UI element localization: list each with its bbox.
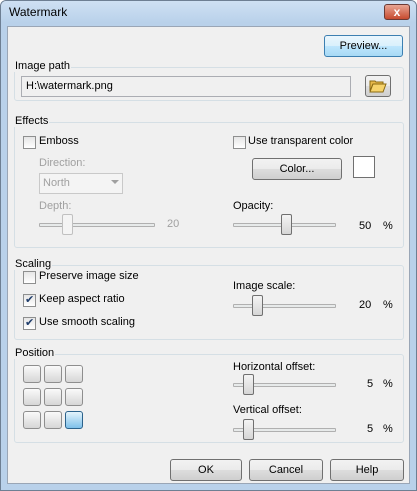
image-scale-unit: % (383, 299, 393, 311)
close-icon: x (393, 5, 401, 19)
position-top-center[interactable] (44, 365, 62, 383)
horizontal-offset-thumb[interactable] (243, 374, 254, 395)
position-center[interactable] (44, 388, 62, 406)
position-top-right[interactable] (65, 365, 83, 383)
depth-value: 20 (167, 218, 180, 230)
cancel-button[interactable]: Cancel (249, 459, 323, 481)
position-group-title: Position (14, 347, 56, 359)
opacity-unit: % (383, 220, 393, 232)
horizontal-offset-value: 5 (367, 378, 374, 390)
position-bottom-center[interactable] (44, 411, 62, 429)
preserve-size-label: Preserve image size (39, 270, 139, 282)
image-path-group-title: Image path (14, 60, 72, 72)
preserve-size-checkbox[interactable] (23, 271, 36, 284)
emboss-label: Emboss (39, 135, 79, 147)
vertical-offset-thumb[interactable] (243, 419, 254, 440)
image-scale-thumb[interactable] (252, 295, 263, 316)
help-button[interactable]: Help (330, 459, 404, 481)
vertical-offset-unit: % (383, 423, 393, 435)
title-bar[interactable]: Watermark x (1, 1, 416, 23)
color-button[interactable]: Color... (252, 158, 342, 180)
emboss-checkbox[interactable] (23, 136, 36, 149)
opacity-label: Opacity: (233, 200, 274, 212)
image-scale-value: 20 (359, 299, 372, 311)
depth-label: Depth: (39, 200, 72, 212)
horizontal-offset-label: Horizontal offset: (233, 361, 316, 373)
scaling-group-title: Scaling (14, 258, 53, 270)
keep-aspect-label: Keep aspect ratio (39, 293, 125, 305)
vertical-offset-value: 5 (367, 423, 374, 435)
watermark-dialog: Watermark x Preview... Image path H:\wat… (0, 0, 417, 491)
transparent-color-checkbox[interactable] (233, 136, 246, 149)
chevron-down-icon (111, 180, 119, 184)
position-bottom-right[interactable] (65, 411, 83, 429)
smooth-scaling-checkbox[interactable] (23, 316, 36, 330)
folder-open-icon (369, 80, 387, 93)
image-path-field[interactable]: H:\watermark.png (21, 76, 351, 97)
smooth-scaling-label: Use smooth scaling (39, 316, 135, 328)
position-middle-left[interactable] (23, 388, 41, 406)
transparent-color-label: Use transparent color (248, 135, 354, 147)
opacity-slider-thumb[interactable] (281, 214, 292, 235)
window-title: Watermark (9, 5, 68, 19)
close-button[interactable]: x (384, 4, 410, 20)
horizontal-offset-unit: % (383, 378, 393, 390)
opacity-value: 50 (359, 220, 372, 232)
preview-button[interactable]: Preview... (324, 35, 403, 57)
browse-button[interactable] (365, 75, 391, 97)
image-scale-track[interactable] (233, 304, 336, 308)
depth-slider-thumb[interactable] (62, 214, 73, 235)
ok-button[interactable]: OK (170, 459, 242, 481)
image-scale-label: Image scale: (233, 280, 296, 292)
position-bottom-left[interactable] (23, 411, 41, 429)
effects-group-title: Effects (14, 115, 50, 127)
direction-value: North (43, 177, 70, 189)
vertical-offset-label: Vertical offset: (233, 404, 302, 416)
position-middle-right[interactable] (65, 388, 83, 406)
depth-slider-track[interactable] (39, 223, 155, 227)
color-swatch[interactable] (353, 156, 375, 178)
direction-label: Direction: (39, 157, 86, 169)
dialog-body: Preview... Image path H:\watermark.png E… (7, 26, 410, 484)
keep-aspect-checkbox[interactable] (23, 293, 36, 307)
direction-select[interactable]: North (39, 173, 123, 194)
position-top-left[interactable] (23, 365, 41, 383)
